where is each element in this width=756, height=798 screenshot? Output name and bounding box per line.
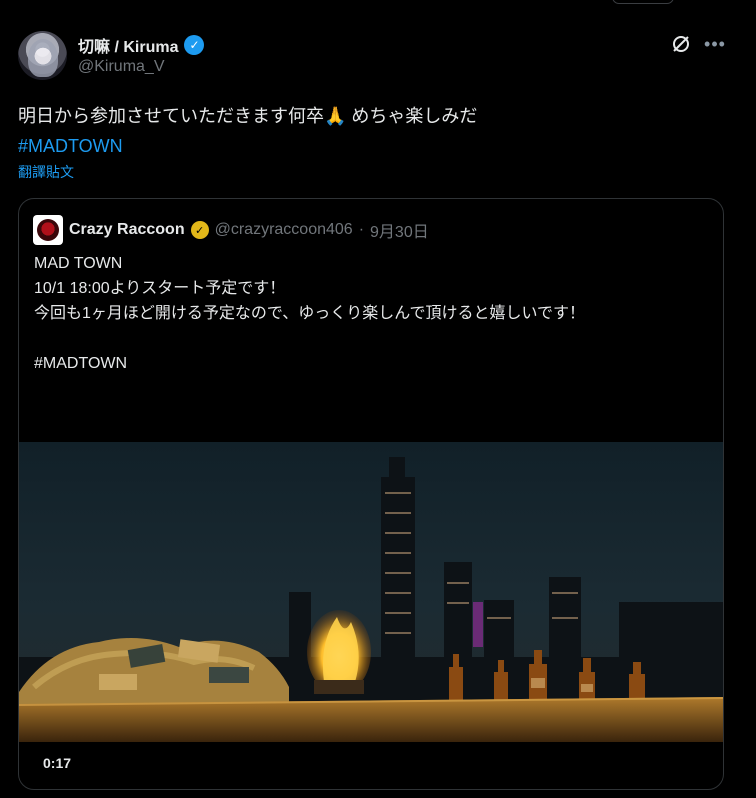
verified-badge-icon[interactable]: ✓ xyxy=(184,35,205,55)
video-player[interactable] xyxy=(19,442,723,742)
more-options-icon[interactable]: ••• xyxy=(704,33,726,55)
author-display-name[interactable]: 切嘛 / Kiruma xyxy=(78,33,178,57)
author-handle[interactable]: @Kiruma_V xyxy=(78,58,165,76)
author-name-row: 切嘛 / Kiruma ✓ xyxy=(78,33,205,57)
author-avatar[interactable] xyxy=(18,31,67,80)
previous-element-edge xyxy=(612,0,674,4)
quoted-tweet-header: Crazy Raccoon ✓ @crazyraccoon406 · 9月30日 xyxy=(33,215,429,245)
tweet-text: 明日から参加させていただきます何卒🙏 めちゃ楽しみだ #MADTOWN xyxy=(18,101,477,161)
quoted-tweet-text: MAD TOWN 10/1 18:00よりスタート予定です！ 今回も1ヶ月ほど開… xyxy=(34,255,585,372)
quoted-tweet-card[interactable]: Crazy Raccoon ✓ @crazyraccoon406 · 9月30日… xyxy=(18,198,724,790)
quoted-author-name[interactable]: Crazy Raccoon xyxy=(69,221,185,239)
translate-post-link[interactable]: 翻譯貼文 xyxy=(18,162,74,182)
verified-organization-badge-icon[interactable]: ✓ xyxy=(190,221,209,239)
tweet-body: 明日から参加させていただきます何卒🙏 めちゃ楽しみだ xyxy=(18,106,478,126)
video-duration: 0:17 xyxy=(43,755,72,771)
grok-icon[interactable] xyxy=(670,33,692,55)
tweet-hashtag[interactable]: #MADTOWN xyxy=(18,131,477,161)
quoted-author-avatar[interactable] xyxy=(33,215,63,245)
quoted-author-handle[interactable]: @crazyraccoon406 xyxy=(215,221,353,239)
quoted-tweet-date[interactable]: 9月30日 xyxy=(370,218,429,242)
separator-dot: · xyxy=(358,221,365,238)
